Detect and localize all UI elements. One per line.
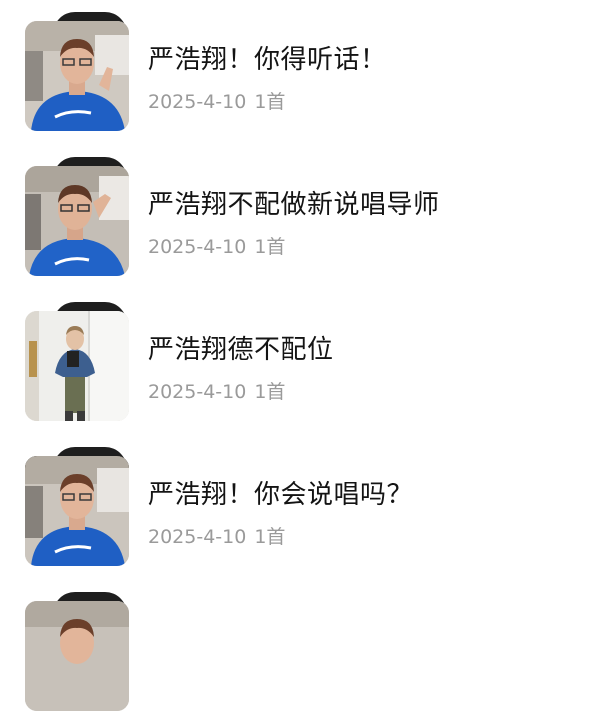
playlist-date: 2025-4-10 [148,526,247,548]
playlist-track-count: 1首 [254,91,286,113]
playlist-cover[interactable] [25,592,131,712]
playlist-title: 严浩翔不配做新说唱导师 [148,190,440,220]
playlist-cover[interactable] [25,447,131,567]
car-selfie-cover-icon [25,21,129,131]
playlist-item[interactable]: 严浩翔！你会说唱吗？ 2025-4-10 1首 [0,435,600,580]
playlist-cover[interactable] [25,302,131,422]
playlist-date: 2025-4-10 [148,381,247,403]
playlist-track-count: 1首 [254,381,286,403]
playlist-item[interactable]: 严浩翔德不配位 2025-4-10 1首 [0,290,600,435]
playlist-track-count: 1首 [254,236,286,258]
playlist-cover[interactable] [25,12,131,132]
playlist-item[interactable]: 严浩翔！你得听话！ 2025-4-10 1首 [0,0,600,145]
playlist-list: 严浩翔！你得听话！ 2025-4-10 1首 严浩翔不配做新说唱导师 2025-… [0,0,600,711]
playlist-meta [148,670,156,694]
car-selfie-cover-icon [25,601,129,711]
playlist-meta: 2025-4-10 1首 [148,525,285,549]
car-selfie-cover-icon [25,166,129,276]
playlist-title: 严浩翔！你得听话！ [148,45,387,75]
playlist-date: 2025-4-10 [148,91,247,113]
playlist-meta: 2025-4-10 1首 [148,235,285,259]
playlist-item[interactable]: 严浩翔不配做新说唱导师 2025-4-10 1首 [0,145,600,290]
playlist-title: 严浩翔！你会说唱吗？ [148,480,414,510]
playlist-item[interactable] [0,580,600,725]
playlist-title: 严浩翔德不配位 [148,335,334,365]
playlist-meta: 2025-4-10 1首 [148,90,285,114]
car-selfie-cover-icon [25,456,129,566]
playlist-track-count: 1首 [254,526,286,548]
mirror-selfie-cover-icon [25,311,129,421]
playlist-meta: 2025-4-10 1首 [148,380,285,404]
playlist-date: 2025-4-10 [148,236,247,258]
playlist-cover[interactable] [25,157,131,277]
